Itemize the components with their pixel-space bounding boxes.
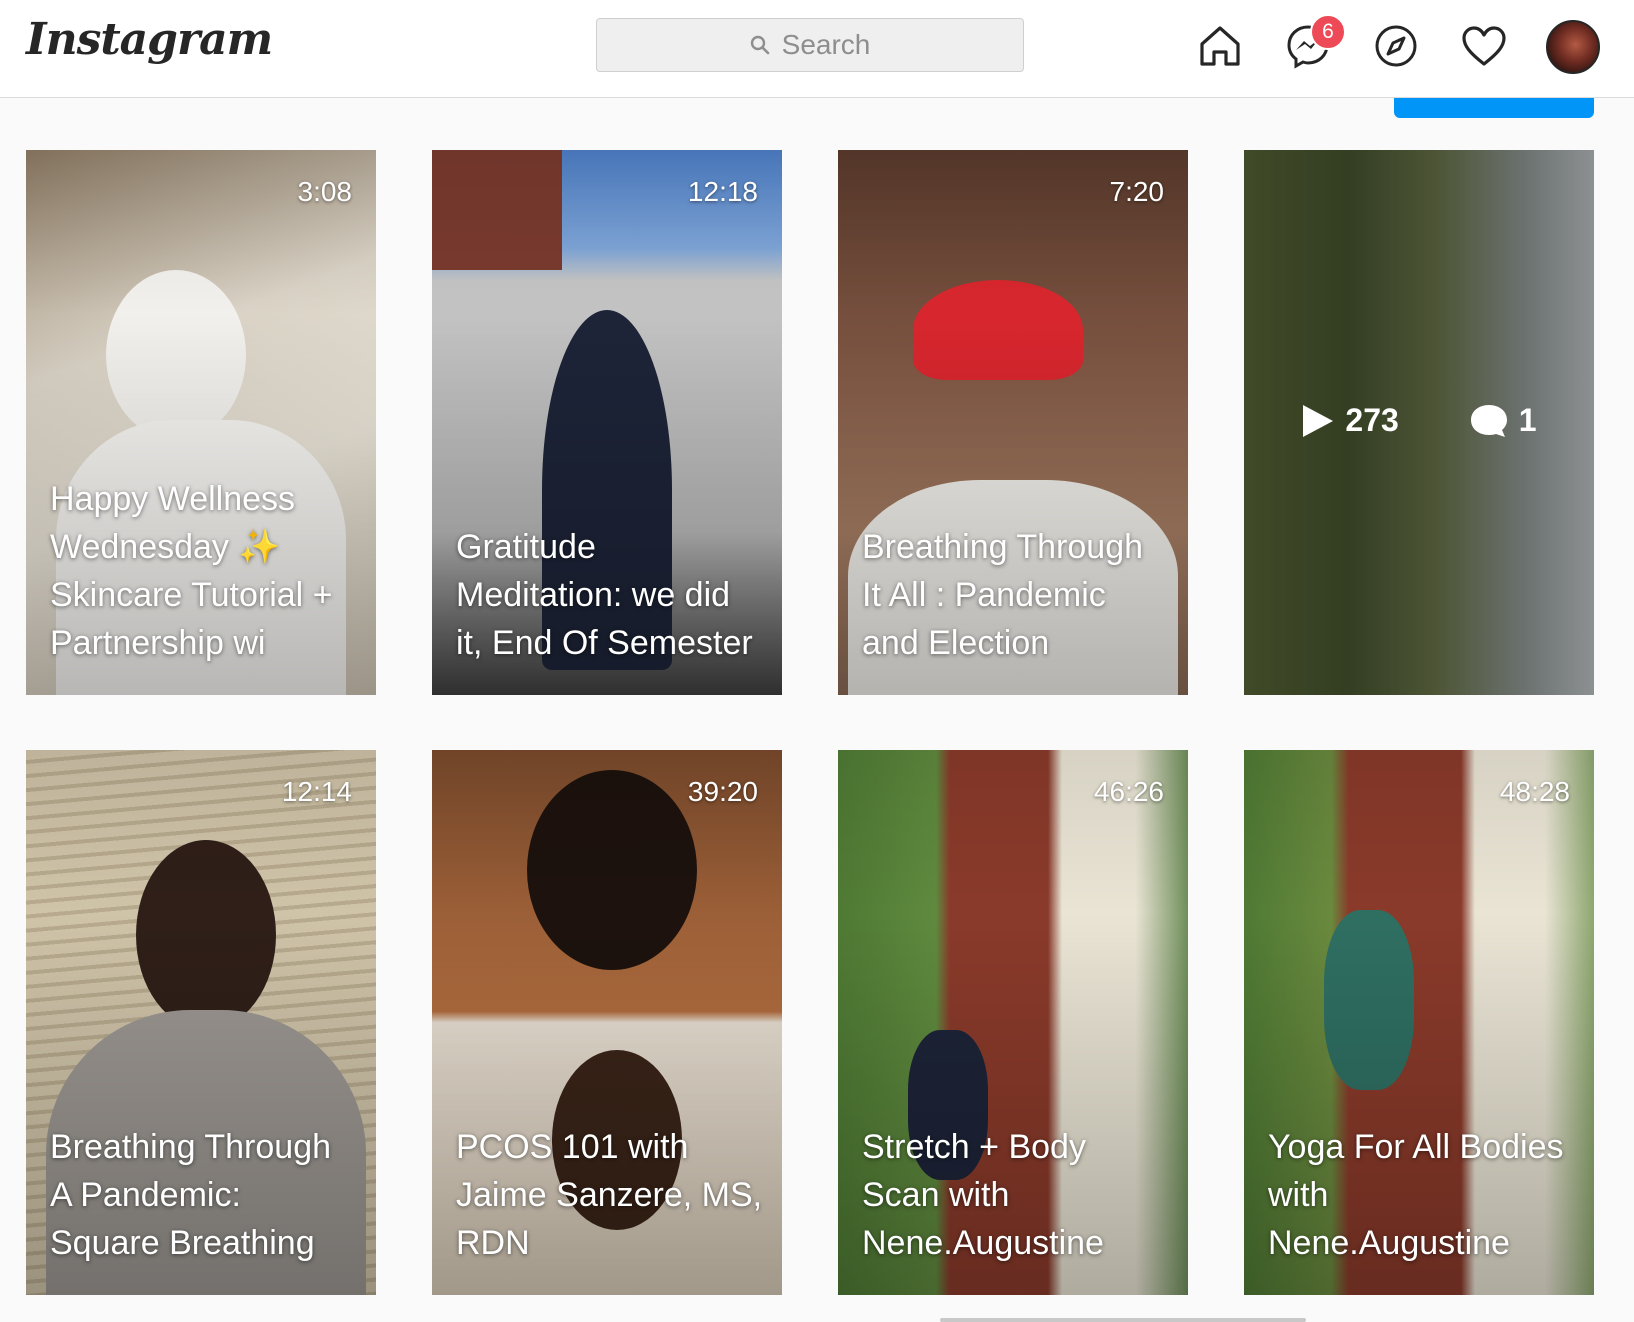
video-tile[interactable]: 12:18 Gratitude Meditation: we did it, E… bbox=[432, 150, 782, 695]
video-duration: 46:26 bbox=[1093, 776, 1164, 807]
heart-icon[interactable] bbox=[1460, 22, 1508, 70]
video-caption: PCOS 101 with Jaime Sanzere, MS, RDN bbox=[456, 1128, 763, 1262]
video-tile[interactable]: 39:20 PCOS 101 with Jaime Sanzere, MS, R… bbox=[432, 750, 782, 1295]
video-caption: Breathing Through A Pandemic: Square Bre… bbox=[50, 1128, 332, 1262]
comment-count: 1 bbox=[1518, 402, 1537, 438]
search-icon bbox=[750, 35, 769, 55]
video-tile[interactable]: 12:14 Breathing Through A Pandemic: Squa… bbox=[26, 750, 376, 1295]
video-caption: Stretch + Body Scan with Nene.Augustine bbox=[862, 1128, 1104, 1262]
comment-icon bbox=[1470, 404, 1507, 437]
video-tile-hovered[interactable]: 273 1 bbox=[1244, 150, 1594, 695]
play-icon bbox=[1303, 404, 1334, 437]
home-icon[interactable] bbox=[1196, 22, 1244, 70]
video-duration: 39:20 bbox=[687, 776, 758, 807]
video-caption: Happy Wellness Wednesday ✨ Skincare Tuto… bbox=[50, 480, 333, 662]
follow-button[interactable] bbox=[1394, 98, 1594, 118]
messenger-badge: 6 bbox=[1310, 14, 1346, 50]
top-navigation-bar: Instagram Search 6 bbox=[0, 0, 1634, 98]
video-tile[interactable]: 3:08 Happy Wellness Wednesday ✨ Skincare… bbox=[26, 150, 376, 695]
video-duration: 7:20 bbox=[1109, 176, 1165, 207]
video-caption: Gratitude Meditation: we did it, End Of … bbox=[456, 528, 753, 662]
video-duration: 48:28 bbox=[1499, 776, 1570, 807]
video-tile[interactable]: 7:20 Breathing Through It All : Pandemic… bbox=[838, 150, 1188, 695]
video-duration: 3:08 bbox=[297, 176, 353, 207]
profile-avatar[interactable] bbox=[1546, 20, 1600, 74]
video-duration: 12:18 bbox=[687, 176, 758, 207]
horizontal-scrollbar[interactable] bbox=[940, 1318, 1306, 1322]
video-duration: 12:14 bbox=[281, 776, 352, 807]
view-count: 273 bbox=[1345, 402, 1399, 438]
video-tile[interactable]: 46:26 Stretch + Body Scan with Nene.Augu… bbox=[838, 750, 1188, 1295]
hover-stats: 273 1 bbox=[1244, 402, 1594, 439]
search-input[interactable]: Search bbox=[596, 18, 1024, 72]
video-caption: Yoga For All Bodies with Nene.Augustine bbox=[1268, 1128, 1564, 1262]
video-tile[interactable]: 48:28 Yoga For All Bodies with Nene.Augu… bbox=[1244, 750, 1594, 1295]
search-placeholder: Search bbox=[781, 29, 871, 60]
video-caption: Breathing Through It All : Pandemic and … bbox=[862, 528, 1144, 662]
explore-icon[interactable] bbox=[1372, 22, 1420, 70]
instagram-logo[interactable]: Instagram bbox=[26, 14, 273, 65]
